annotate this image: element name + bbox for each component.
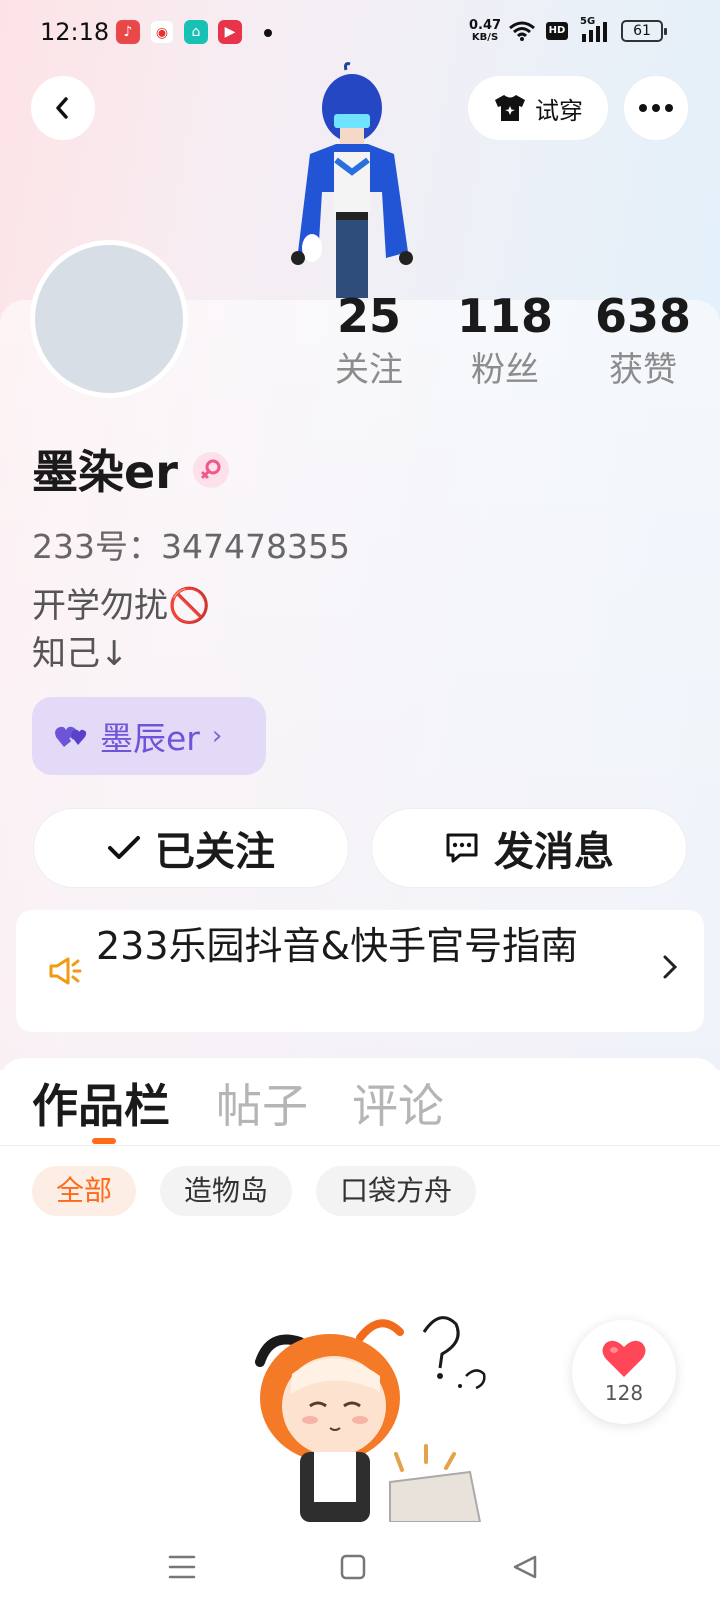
avatar-character-image[interactable] <box>286 62 436 300</box>
net-speed: 0.47 KB/S <box>469 18 502 43</box>
tab-works[interactable]: 作品栏 <box>32 1070 170 1136</box>
megaphone-icon <box>49 957 82 985</box>
wifi-icon <box>509 21 535 41</box>
chevron-left-icon <box>56 97 68 119</box>
stat-likes-label: 获赞 <box>609 350 677 390</box>
stat-following-label: 关注 <box>335 350 403 390</box>
group-chip[interactable]: 墨辰er › <box>32 697 266 775</box>
filter-all[interactable]: 全部 <box>32 1166 137 1216</box>
profile-uid: 233号：347478355 <box>32 527 350 566</box>
weibo-icon: ◉ <box>150 20 174 44</box>
try-on-label: 试穿 <box>535 96 583 125</box>
net-speed-value: 0.47 <box>469 18 502 33</box>
group-chip-label: 墨辰er <box>100 719 200 758</box>
status-bar: 12:18 ♪ ◉ ⌂ ▶ 0.47 KB/S HD 5G 61 <box>0 0 720 64</box>
more-dots-icon <box>639 104 673 112</box>
followed-button[interactable]: 已关注 <box>33 808 349 888</box>
back-triangle-icon[interactable] <box>512 1554 538 1580</box>
profile-bio: 开学勿扰🚫 知己↓ <box>32 586 211 674</box>
net-speed-unit: KB/S <box>471 32 499 43</box>
heart-icon <box>602 1340 646 1377</box>
stat-fans-label: 粉丝 <box>471 350 539 390</box>
tab-comments[interactable]: 评论 <box>352 1070 444 1136</box>
system-navigation-bar <box>0 1524 720 1612</box>
announcement-banner[interactable]: 233乐园抖音&快手官号指南 <box>16 910 704 1032</box>
filter-creation-island[interactable]: 造物岛 <box>160 1166 293 1216</box>
stat-following-value: 25 <box>336 289 401 343</box>
send-message-label: 发消息 <box>494 829 614 875</box>
more-button[interactable] <box>624 76 688 140</box>
announcement-text: 233乐园抖音&快手官号指南 <box>96 924 579 968</box>
notification-dot-icon <box>264 29 272 37</box>
check-icon <box>108 836 140 859</box>
double-heart-icon <box>55 726 87 747</box>
like-button[interactable]: 128 <box>572 1320 676 1424</box>
filter-pocket-ark[interactable]: 口袋方舟 <box>316 1166 477 1216</box>
tabs-divider <box>0 1145 720 1146</box>
menu-icon[interactable] <box>168 1554 196 1580</box>
stat-fans[interactable]: 118 粉丝 <box>450 290 560 392</box>
female-gender-icon <box>193 452 229 488</box>
hd-icon: HD <box>546 22 568 40</box>
stat-likes[interactable]: 638 获赞 <box>588 290 698 392</box>
home-app-icon: ⌂ <box>184 20 208 44</box>
shirt-icon <box>495 95 525 121</box>
home-icon[interactable] <box>340 1554 366 1580</box>
followed-label: 已关注 <box>155 829 275 875</box>
stat-following[interactable]: 25 关注 <box>314 290 424 392</box>
music-app-icon: ♪ <box>116 20 140 44</box>
back-button[interactable] <box>31 76 95 140</box>
stat-fans-value: 118 <box>456 289 554 343</box>
chevron-right-icon <box>663 955 678 979</box>
like-count: 128 <box>604 1381 644 1405</box>
status-time: 12:18 <box>40 18 110 46</box>
chat-bubble-icon <box>446 833 478 863</box>
chevron-right-icon: › <box>211 721 223 751</box>
battery-icon: 61 <box>621 20 667 42</box>
stat-likes-value: 638 <box>594 289 692 343</box>
profile-name: 墨染er <box>32 445 178 499</box>
video-app-icon: ▶ <box>218 20 242 44</box>
tab-posts[interactable]: 帖子 <box>216 1070 308 1136</box>
profile-avatar[interactable] <box>30 240 188 398</box>
send-message-button[interactable]: 发消息 <box>371 808 687 888</box>
empty-state-illustration <box>255 1316 486 1522</box>
active-tab-indicator <box>92 1138 116 1144</box>
signal-icon <box>582 22 607 42</box>
try-on-button[interactable]: 试穿 <box>468 76 608 140</box>
